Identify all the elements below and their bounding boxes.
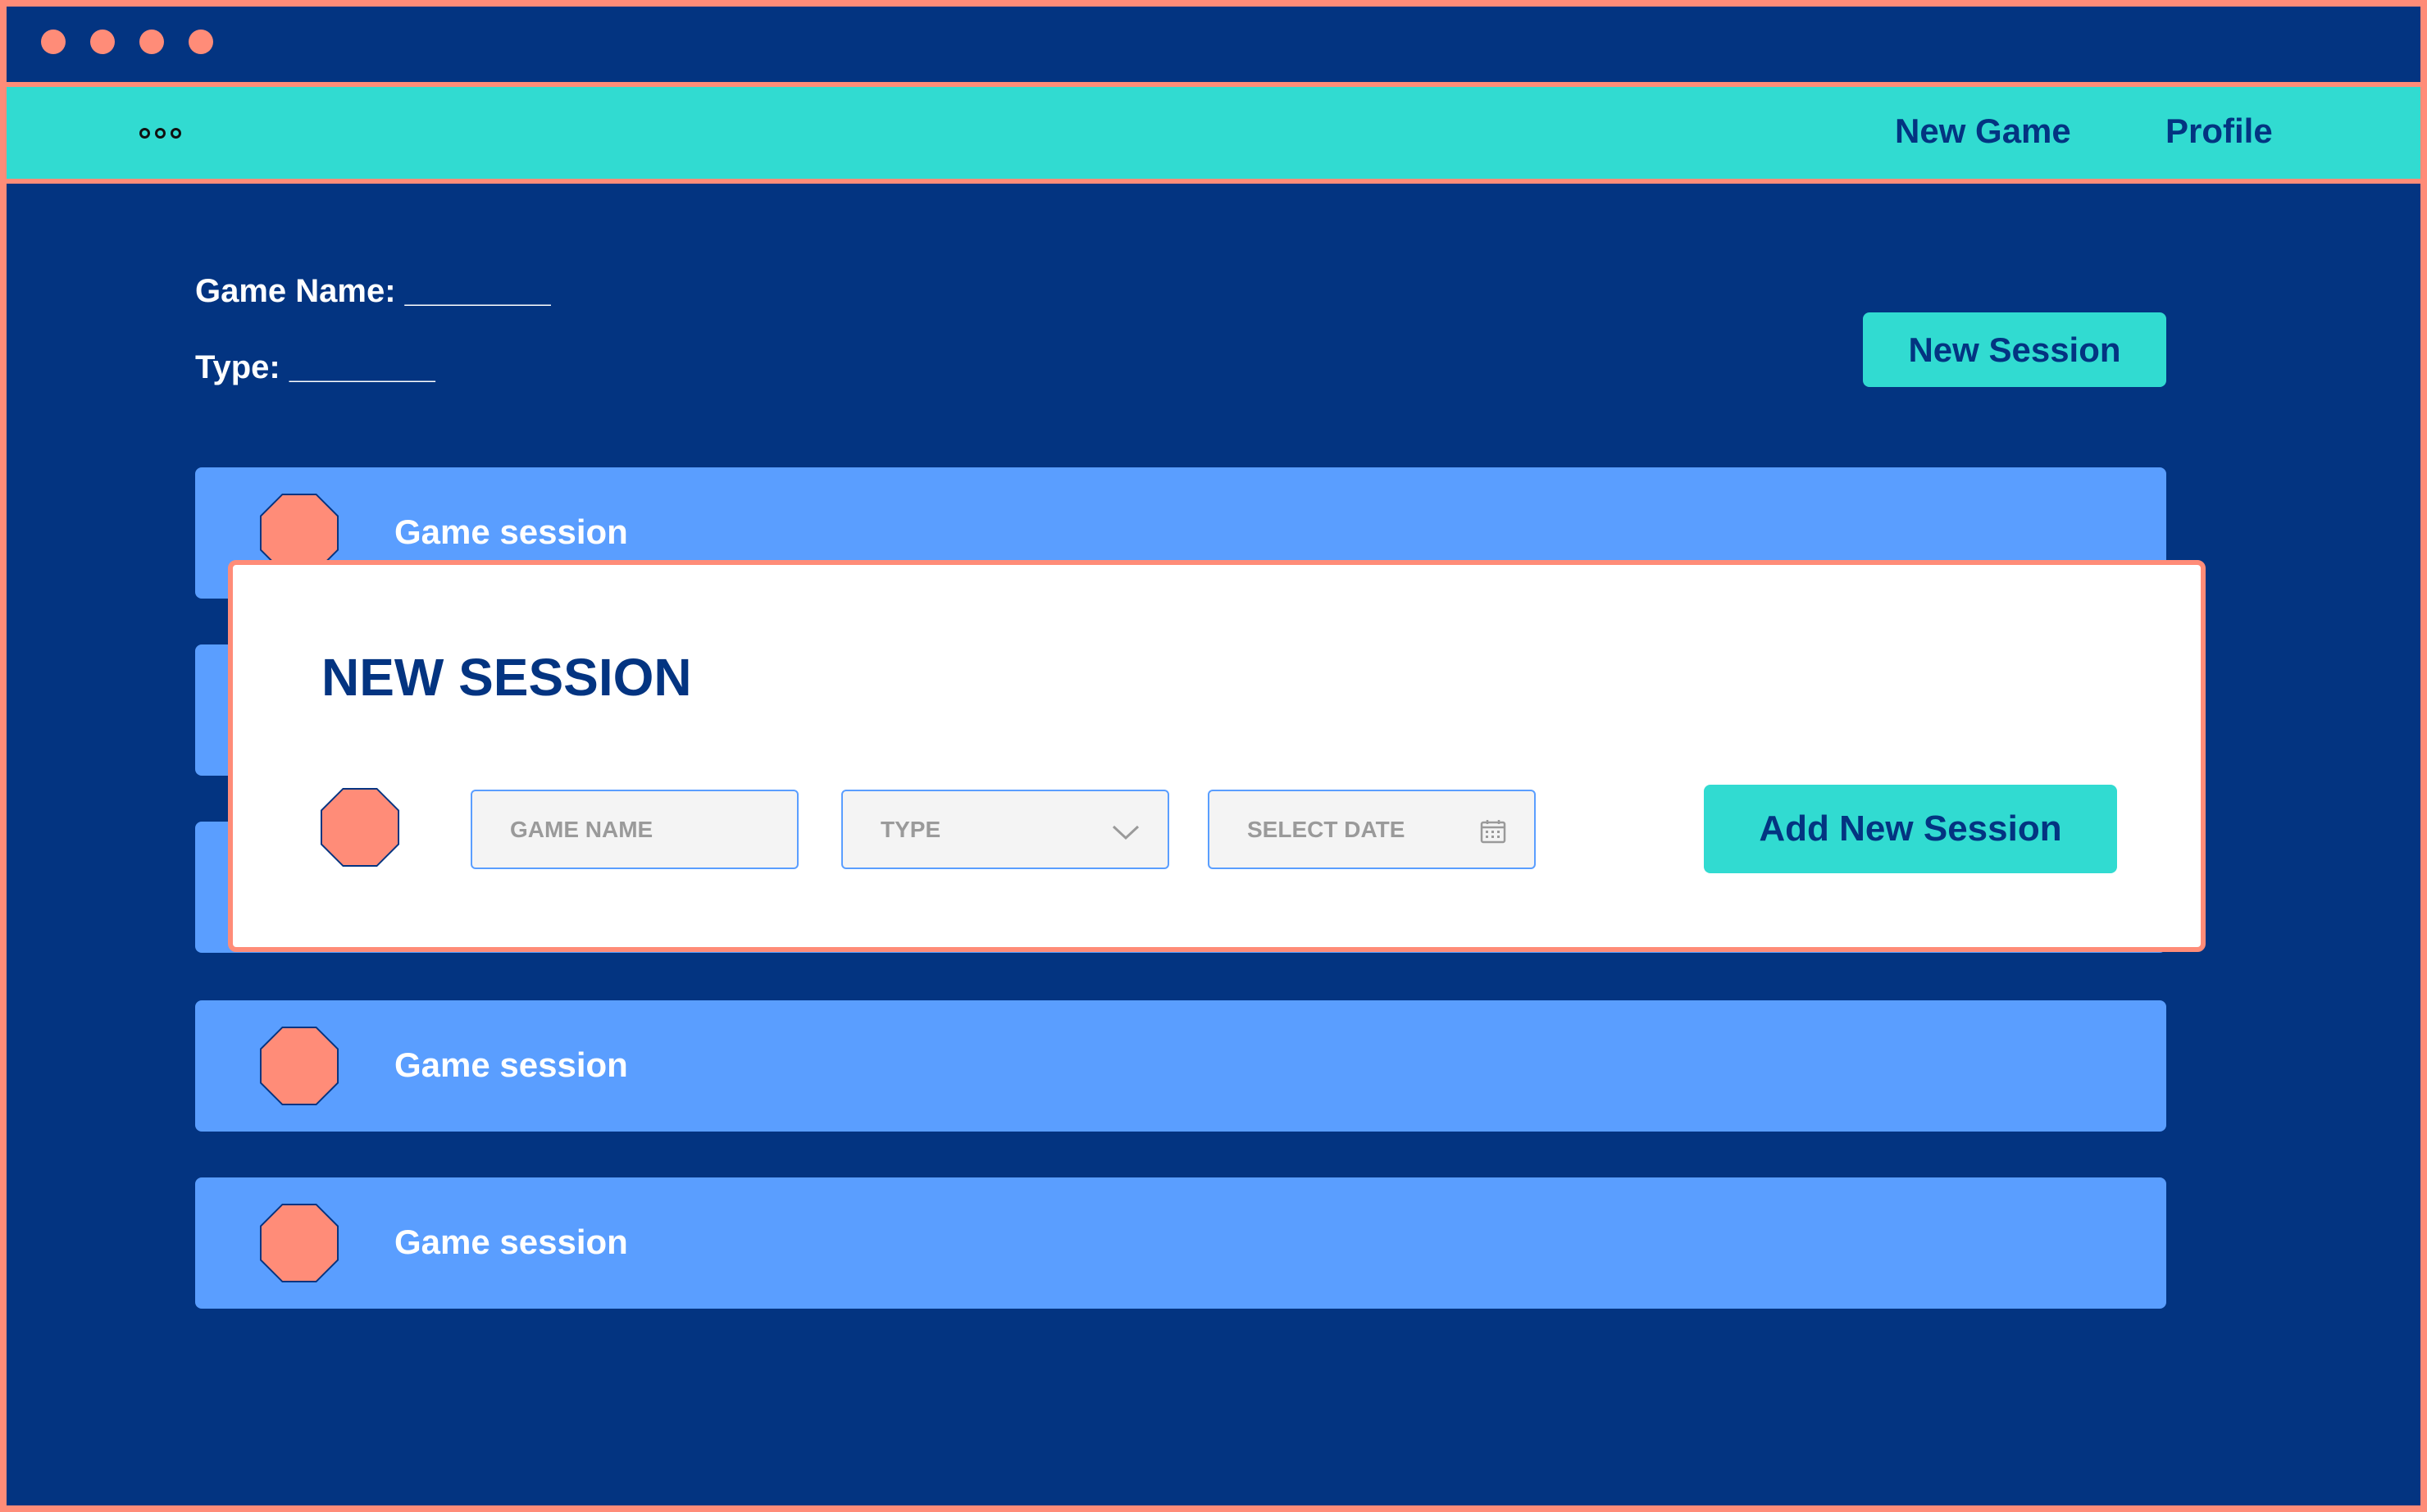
- title-bar: [7, 7, 2420, 75]
- date-placeholder: SELECT DATE: [1247, 816, 1405, 842]
- window-control-dot[interactable]: [139, 30, 164, 54]
- add-new-session-button[interactable]: Add New Session: [1704, 785, 2117, 873]
- nav-bar: New Game Profile: [7, 82, 2420, 184]
- calendar-icon: [1480, 820, 1506, 844]
- type-select[interactable]: TYPE: [841, 790, 1169, 869]
- new-session-button[interactable]: New Session: [1863, 312, 2166, 387]
- game-name-input[interactable]: GAME NAME: [471, 790, 799, 869]
- session-label: Game session: [394, 512, 628, 551]
- date-picker[interactable]: SELECT DATE: [1208, 790, 1536, 869]
- more-icon-dot: [171, 128, 181, 139]
- session-avatar-icon: [259, 1203, 339, 1283]
- session-label: Game session: [394, 1223, 628, 1261]
- more-icon-dot: [139, 128, 150, 139]
- type-placeholder: TYPE: [881, 816, 941, 842]
- session-avatar-icon[interactable]: [320, 787, 400, 868]
- session-avatar-icon: [259, 1026, 339, 1106]
- game-name-placeholder: GAME NAME: [510, 816, 653, 842]
- window-control-dot[interactable]: [189, 30, 213, 54]
- more-icon-dot: [155, 128, 166, 139]
- window-control-dot[interactable]: [90, 30, 115, 54]
- session-row[interactable]: Game session: [195, 1177, 2166, 1309]
- session-row[interactable]: Game session: [195, 1000, 2166, 1132]
- chevron-down-icon: [1112, 825, 1140, 840]
- window-control-dot[interactable]: [41, 30, 66, 54]
- app-window: New Game Profile Game Name: ________ Typ…: [7, 7, 2420, 1505]
- session-label: Game session: [394, 1045, 628, 1084]
- nav-link-new-game[interactable]: New Game: [1895, 112, 2071, 151]
- modal-title: NEW SESSION: [321, 648, 692, 707]
- game-type-label: Type: ________: [195, 349, 435, 385]
- new-session-modal: NEW SESSION GAME NAME TYPE SELECT DATE A…: [228, 560, 2206, 952]
- nav-link-profile[interactable]: Profile: [2165, 112, 2273, 151]
- game-name-label: Game Name: ________: [195, 273, 551, 309]
- more-icon[interactable]: [139, 128, 181, 139]
